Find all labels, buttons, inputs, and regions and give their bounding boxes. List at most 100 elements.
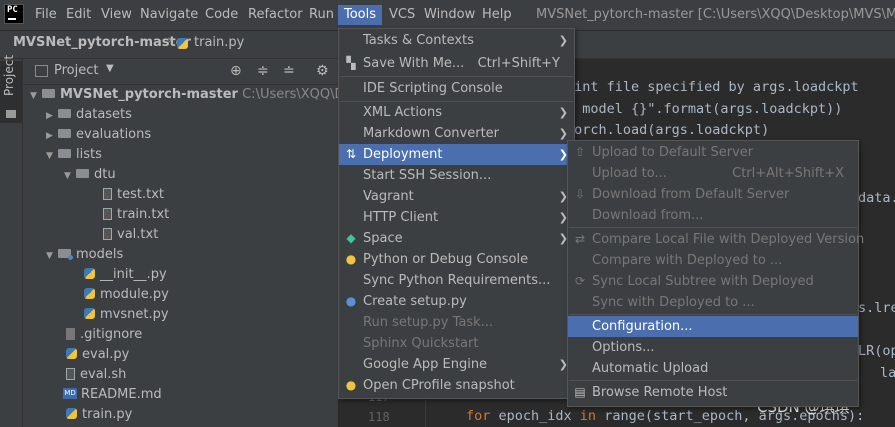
tree-item-gitignore[interactable]: .gitignore [66, 325, 142, 345]
folder-icon [58, 109, 71, 118]
menu-edit[interactable]: Edit [66, 5, 91, 25]
menu-item-upload-to[interactable]: Upload to... Ctrl+Alt+Shift+X [568, 163, 858, 184]
project-panel-title[interactable]: Project [54, 63, 98, 78]
menu-file[interactable]: File [35, 5, 57, 25]
menu-item-space[interactable]: ◆ Space ❯ [339, 228, 574, 249]
gear-icon[interactable]: ⚙ [316, 63, 329, 79]
python-file-icon [84, 308, 95, 319]
deployment-icon: ⇅ [345, 147, 357, 161]
menu-item-sync-with-deployed[interactable]: Sync with Deployed to ... [568, 292, 858, 313]
menu-item-ide-scripting-console[interactable]: IDE Scripting Console [339, 78, 574, 99]
menu-item-sync-python-requirements[interactable]: Sync Python Requirements... [339, 270, 574, 291]
menu-vcs[interactable]: VCS [389, 5, 415, 25]
menu-help[interactable]: Help [482, 5, 512, 25]
tree-item-datasets[interactable]: ▶ datasets [46, 105, 132, 125]
menu-item-automatic-upload[interactable]: Automatic Upload [568, 358, 858, 379]
breadcrumb-file[interactable]: train.py [194, 35, 244, 50]
package-folder-icon [58, 249, 73, 260]
tree-item-dtu[interactable]: ▼ dtu [64, 165, 116, 185]
tree-item-module-py[interactable]: module.py [84, 285, 169, 305]
menu-item-options[interactable]: Options... [568, 337, 858, 358]
menu-refactor[interactable]: Refactor [248, 5, 303, 25]
menu-item-vagrant[interactable]: Vagrant ❯ [339, 186, 574, 207]
python-file-icon [66, 348, 77, 359]
breadcrumb-separator-icon: › [167, 33, 173, 48]
menu-item-create-setup-py[interactable]: ● Create setup.py [339, 291, 574, 312]
chevron-down-icon: ▼ [30, 91, 37, 101]
menu-item-configuration[interactable]: Configuration... [568, 316, 858, 337]
folder-icon [76, 169, 89, 178]
menu-item-browse-remote-host[interactable]: ▤ Browse Remote Host [568, 382, 858, 403]
tree-item-lists[interactable]: ▼ lists [46, 145, 102, 165]
menu-window[interactable]: Window [424, 5, 475, 25]
menu-item-run-setup-py-task[interactable]: Run setup.py Task... [339, 312, 574, 333]
menu-item-xml-actions[interactable]: XML Actions ❯ [339, 102, 574, 123]
menu-item-google-app-engine[interactable]: Google App Engine ❯ [339, 354, 574, 375]
menu-item-save-file-as-template[interactable]: ▚ Save With Me... Ctrl+Shift+Y [339, 53, 574, 74]
markdown-file-icon: MD [63, 388, 77, 399]
menu-item-compare-local-file[interactable]: ⇄ Compare Local File with Deployed Versio… [568, 229, 864, 250]
folder-icon [6, 110, 16, 118]
window-title: MVSNet_pytorch-master [C:\Users\XQQ\Desk… [536, 7, 895, 22]
menu-view[interactable]: View [101, 5, 132, 25]
menu-item-open-cprofile-snapshot[interactable]: ● Open CProfile snapshot [339, 375, 574, 396]
tree-item-val-txt[interactable]: val.txt [103, 225, 158, 245]
template-icon: ▚ [346, 56, 356, 70]
folder-icon [58, 129, 71, 138]
menu-tools[interactable]: Tools [338, 5, 382, 25]
code-line: s.lre [858, 300, 895, 316]
text-file-icon [103, 187, 112, 200]
menu-run[interactable]: Run [309, 5, 334, 25]
tree-item-train-txt[interactable]: train.txt [103, 205, 169, 225]
menu-code[interactable]: Code [205, 5, 238, 25]
tree-item-train-py[interactable]: train.py [66, 405, 132, 425]
menu-item-download-default-server[interactable]: ⇩ Download from Default Server [568, 184, 858, 205]
code-line: LR(op [858, 343, 895, 359]
python-file-icon [66, 408, 77, 419]
menu-item-start-ssh-session[interactable]: Start SSH Session... [339, 165, 574, 186]
expand-all-icon[interactable]: ≑ [257, 63, 269, 79]
menu-item-download-from[interactable]: Download from... [568, 205, 858, 226]
tree-item-eval-py[interactable]: eval.py [66, 345, 129, 365]
menu-item-http-client[interactable]: HTTP Client ❯ [339, 207, 574, 228]
menu-separator [340, 76, 573, 77]
tree-item-eval-sh[interactable]: eval.sh [66, 365, 126, 385]
python-icon: ● [345, 378, 357, 392]
code-line: oint file specified by args.loadckpt [566, 79, 859, 95]
tree-item-evaluations[interactable]: ▶ evaluations [46, 125, 151, 145]
chevron-right-icon: ▶ [46, 131, 53, 141]
tree-item-test-txt[interactable]: test.txt [103, 185, 164, 205]
menu-navigate[interactable]: Navigate [140, 5, 198, 25]
chevron-down-icon: ▼ [46, 251, 53, 261]
line-number: 118 [368, 410, 390, 424]
text-file-icon [103, 227, 112, 240]
python-icon: ● [345, 294, 357, 308]
menu-item-compare-with-deployed[interactable]: Compare with Deployed to ... [568, 250, 858, 271]
collapse-all-icon[interactable]: ≐ [283, 63, 295, 79]
menu-item-sphinx-quickstart[interactable]: Sphinx Quickstart [339, 333, 574, 354]
menu-item-upload-default-server[interactable]: ⇧ Upload to Default Server [568, 142, 858, 163]
folder-icon [58, 149, 71, 158]
chevron-right-icon: ❯ [558, 106, 568, 119]
folder-icon [42, 89, 55, 98]
menu-item-python-debug-console[interactable]: ● Python or Debug Console [339, 249, 574, 270]
remote-host-icon: ▤ [574, 385, 586, 399]
tools-menu: Tasks & Contexts ❯ ▚ Save With Me... Ctrl+S… [338, 28, 575, 399]
tree-item-models[interactable]: ▼ models [46, 245, 123, 265]
locate-icon[interactable]: ⊕ [230, 63, 242, 79]
project-tool-tab-label: Project [2, 54, 16, 96]
menu-item-markdown-converter[interactable]: Markdown Converter ❯ [339, 123, 574, 144]
menu-item-sync-local-subtree[interactable]: ⟳ Sync Local Subtree with Deployed [568, 271, 858, 292]
deployment-submenu: ⇧ Upload to Default Server Upload to... Ct… [567, 140, 864, 407]
code-line: torch.load(args.loadckpt) [566, 122, 770, 138]
chevron-down-icon[interactable]: ▼ [106, 63, 114, 74]
menu-item-deployment[interactable]: ⇅ Deployment ❯ [339, 144, 574, 165]
tree-item-mvsnet-py[interactable]: mvsnet.py [84, 305, 169, 325]
tree-item-root[interactable]: ▼ MVSNet_pytorch-master C:\Users\XQQ\Desk… [30, 85, 372, 105]
pycharm-logo-icon: PC [4, 4, 24, 24]
breadcrumb-project[interactable]: MVSNet_pytorch-master [13, 35, 191, 50]
menu-item-tasks-contexts[interactable]: Tasks & Contexts ❯ [339, 30, 574, 51]
tree-item-readme[interactable]: MD README.md [63, 385, 162, 405]
tree-item-init-py[interactable]: __init__.py [84, 265, 167, 285]
python-file-icon [84, 288, 95, 299]
